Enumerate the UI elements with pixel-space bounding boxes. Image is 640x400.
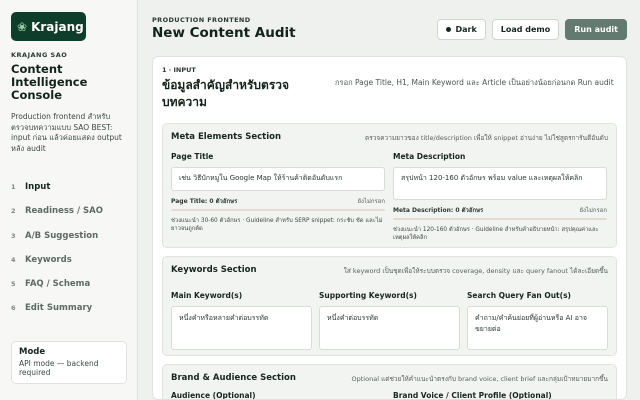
nav-label: Input [25,182,51,193]
sidebar: ❀ Krajang KRAJANG SAO Content Intelligen… [0,0,138,400]
step-title: ข้อมูลสำคัญสำหรับตรวจบทความ [162,78,290,110]
field-label: Audience (Optional) [171,391,256,400]
nav-label: Readiness / SAO [25,206,103,217]
field-label: Supporting Keyword(s) [319,291,417,300]
query-fanout-textarea[interactable]: คำถาม/คำค้นย่อยที่ผู้อ่านหรือ AI อาจขยาย… [467,306,608,350]
field-label: Meta Description [393,152,466,161]
mode-title: Mode [19,347,46,357]
section-description: ใส่ keyword เป็นชุดเพื่อให้ระบบตรวจ cove… [343,267,608,275]
nav-item-edit-summary[interactable]: 6 Edit Summary [11,296,126,320]
nav-item-faq-schema[interactable]: 5 FAQ / Schema [11,272,126,296]
logo-text: Krajang [31,19,84,34]
section-description: Optional แต่ช่วยให้คำแนะนำตรงกับ brand v… [351,375,608,383]
nav-label: A/B Suggestion [25,230,99,241]
meta-description-field: Meta Description สรุปหน้า 120-160 ตัวอัก… [393,152,607,242]
step-nav: 1 Input 2 Readiness / SAO 3 A/B Suggestion … [11,175,126,320]
page-title-meter: Page Title: 0 ตัวอักษร ยังไม่กรอก [171,196,385,206]
header: PRODUCTION FRONTEND New Content Audit Da… [152,0,627,56]
brand-voice-field: Brand Voice / Client Profile (Optional) [393,391,607,400]
leaf-icon: ❀ [17,19,28,34]
input-step-card: 1 · INPUT ข้อมูลสำคัญสำหรับตรวจบทความ กร… [152,56,627,400]
dark-mode-button[interactable]: Dark [437,19,486,40]
brand-logo[interactable]: ❀ Krajang [11,12,86,41]
nav-number: 4 [11,255,16,264]
field-hint: ช่วงแนะนำ 120-160 ตัวอักษร · Guideline ส… [393,227,599,242]
meta-elements-section: Meta Elements Section ตรวจความยาวของ tit… [162,123,617,248]
length-bar [171,209,385,211]
supporting-keywords-field: Supporting Keyword(s) หนึ่งคำต่อบรรทัด [319,291,460,350]
nav-number: 3 [11,231,16,240]
brand-audience-section: Brand & Audience Section Optional แต่ช่ว… [162,364,617,400]
nav-number: 6 [11,304,16,313]
main-keywords-textarea[interactable]: หนึ่งคำหรือหลายคำต่อบรรทัด [171,306,312,350]
keywords-section: Keywords Section ใส่ keyword เป็นชุดเพื่… [162,256,617,356]
field-label: Main Keyword(s) [171,291,243,300]
field-label: Search Query Fan Out(s) [467,291,571,300]
field-label: Brand Voice / Client Profile (Optional) [393,391,552,400]
char-counter: Meta Description: 0 ตัวอักษร [393,207,484,214]
audience-field: Audience (Optional) [171,391,385,400]
section-description: ตรวจความยาวของ title/description เพื่อให… [365,134,608,142]
main-keywords-field: Main Keyword(s) หนึ่งคำหรือหลายคำต่อบรรท… [171,291,312,350]
app-title: Content Intelligence Console [11,62,88,102]
main-content: PRODUCTION FRONTEND New Content Audit Da… [139,0,640,400]
nav-number: 5 [11,279,16,288]
page-title-field: Page Title เช่น วิธีบักหมูใน Google Map … [171,152,385,233]
supporting-keywords-textarea[interactable]: หนึ่งคำต่อบรรทัด [319,306,460,350]
nav-number: 2 [11,207,16,216]
meta-description-meter: Meta Description: 0 ตัวอักษร ยังไม่กรอก [393,205,607,215]
app-description: Production frontend สำหรับตรวจบทความแบบ … [11,111,122,154]
brand-tag: KRAJANG SAO [11,51,68,59]
step-label: 1 · INPUT [162,66,196,74]
nav-item-input[interactable]: 1 Input [11,175,126,199]
dark-dot-icon [446,27,452,32]
run-audit-button[interactable]: Run audit [565,19,627,40]
page-title-input[interactable]: เช่น วิธีบักหมูใน Google Map ให้ร้านค้าต… [171,167,385,191]
nav-label: FAQ / Schema [25,278,91,289]
page-title: New Content Audit [152,25,296,41]
load-demo-button[interactable]: Load demo [491,19,560,40]
char-status: ยังไม่กรอก [357,198,385,205]
nav-item-readiness[interactable]: 2 Readiness / SAO [11,199,126,223]
mode-card: Mode API mode — backend required [11,341,127,384]
mode-value: API mode — backend required [19,359,99,378]
step-description: กรอก Page Title, H1, Main Keyword และ Ar… [335,78,614,87]
field-hint: ช่วงแนะนำ 30-60 ตัวอักษร · Guideline สำห… [171,218,383,233]
dark-mode-label: Dark [455,25,477,34]
meta-description-input[interactable]: สรุปหน้า 120-160 ตัวอักษร พร้อม value แล… [393,167,607,200]
header-actions: Dark Load demo Run audit [437,19,627,40]
nav-item-keywords[interactable]: 4 Keywords [11,248,126,272]
length-bar [393,218,607,220]
query-fanout-field: Search Query Fan Out(s) คำถาม/คำค้นย่อยท… [467,291,608,350]
field-label: Page Title [171,152,214,161]
header-eyebrow: PRODUCTION FRONTEND [152,16,251,24]
nav-item-ab-suggestion[interactable]: 3 A/B Suggestion [11,224,126,248]
char-counter: Page Title: 0 ตัวอักษร [171,198,238,205]
nav-number: 1 [11,183,16,192]
nav-label: Keywords [25,254,72,265]
nav-label: Edit Summary [25,303,93,314]
char-status: ยังไม่กรอก [579,207,607,214]
